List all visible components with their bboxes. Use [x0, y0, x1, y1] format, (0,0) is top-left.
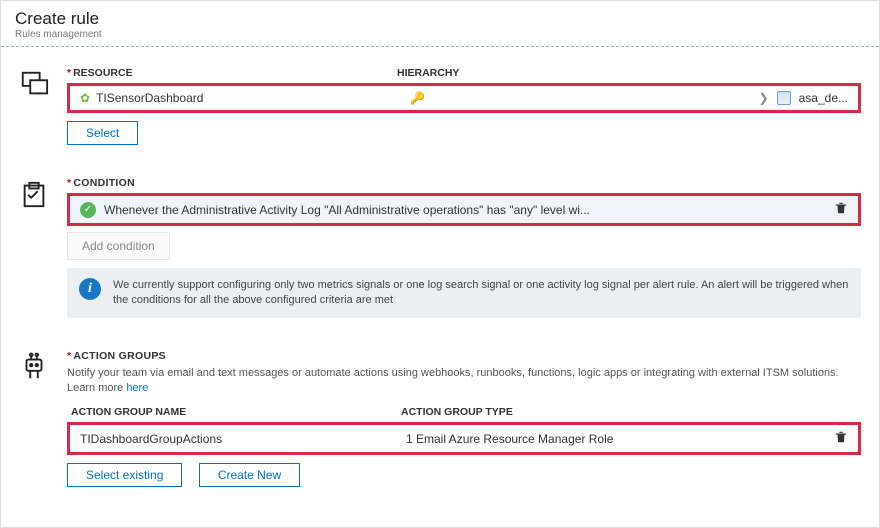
- resource-label: RESOURCE: [73, 67, 133, 79]
- action-group-type: 1 Email Azure Resource Manager Role: [406, 432, 834, 446]
- action-group-row[interactable]: TIDashboardGroupActions 1 Email Azure Re…: [67, 422, 861, 455]
- key-icon: 🔑: [410, 91, 425, 105]
- action-group-table-header: ACTION GROUP NAME ACTION GROUP TYPE: [71, 406, 861, 418]
- resource-name: TISensorDashboard: [96, 91, 203, 105]
- resource-section: *RESOURCE HIERARCHY ✿ TISensorDashboard …: [19, 67, 861, 145]
- chevron-right-icon: ❯: [759, 91, 769, 105]
- condition-label: CONDITION: [73, 177, 135, 189]
- condition-icon: [19, 177, 53, 318]
- action-group-name: TIDashboardGroupActions: [80, 432, 406, 446]
- col-type: ACTION GROUP TYPE: [401, 406, 861, 418]
- app-service-icon: ✿: [80, 91, 90, 105]
- condition-text: Whenever the Administrative Activity Log…: [104, 203, 590, 217]
- select-existing-button[interactable]: Select existing: [67, 463, 182, 487]
- condition-info-text: We currently support configuring only tw…: [113, 278, 849, 308]
- stream-analytics-icon: [777, 91, 791, 105]
- learn-more-link[interactable]: here: [126, 382, 148, 394]
- hierarchy-label: HIERARCHY: [397, 67, 861, 79]
- blade-header: Create rule Rules management: [1, 1, 879, 47]
- resource-icon: [19, 67, 53, 145]
- create-new-button[interactable]: Create New: [199, 463, 300, 487]
- resource-row[interactable]: ✿ TISensorDashboard 🔑 ❯ asa_de...: [67, 83, 861, 113]
- action-groups-label: ACTION GROUPS: [73, 350, 166, 362]
- condition-row[interactable]: ✓ Whenever the Administrative Activity L…: [67, 193, 861, 226]
- add-condition-button[interactable]: Add condition: [67, 232, 170, 260]
- resource-target: asa_de...: [799, 91, 848, 105]
- action-groups-icon: [19, 350, 53, 488]
- info-icon: i: [79, 278, 101, 300]
- action-groups-desc: Notify your team via email and text mess…: [67, 366, 861, 397]
- page-subtitle: Rules management: [15, 29, 865, 40]
- select-resource-button[interactable]: Select: [67, 121, 138, 145]
- page-title: Create rule: [15, 9, 865, 29]
- condition-section: *CONDITION ✓ Whenever the Administrative…: [19, 177, 861, 318]
- condition-info: i We currently support configuring only …: [67, 268, 861, 318]
- delete-action-group-button[interactable]: [834, 430, 848, 447]
- delete-condition-button[interactable]: [834, 201, 848, 218]
- col-name: ACTION GROUP NAME: [71, 406, 401, 418]
- check-icon: ✓: [80, 202, 96, 218]
- action-groups-section: *ACTION GROUPS Notify your team via emai…: [19, 350, 861, 488]
